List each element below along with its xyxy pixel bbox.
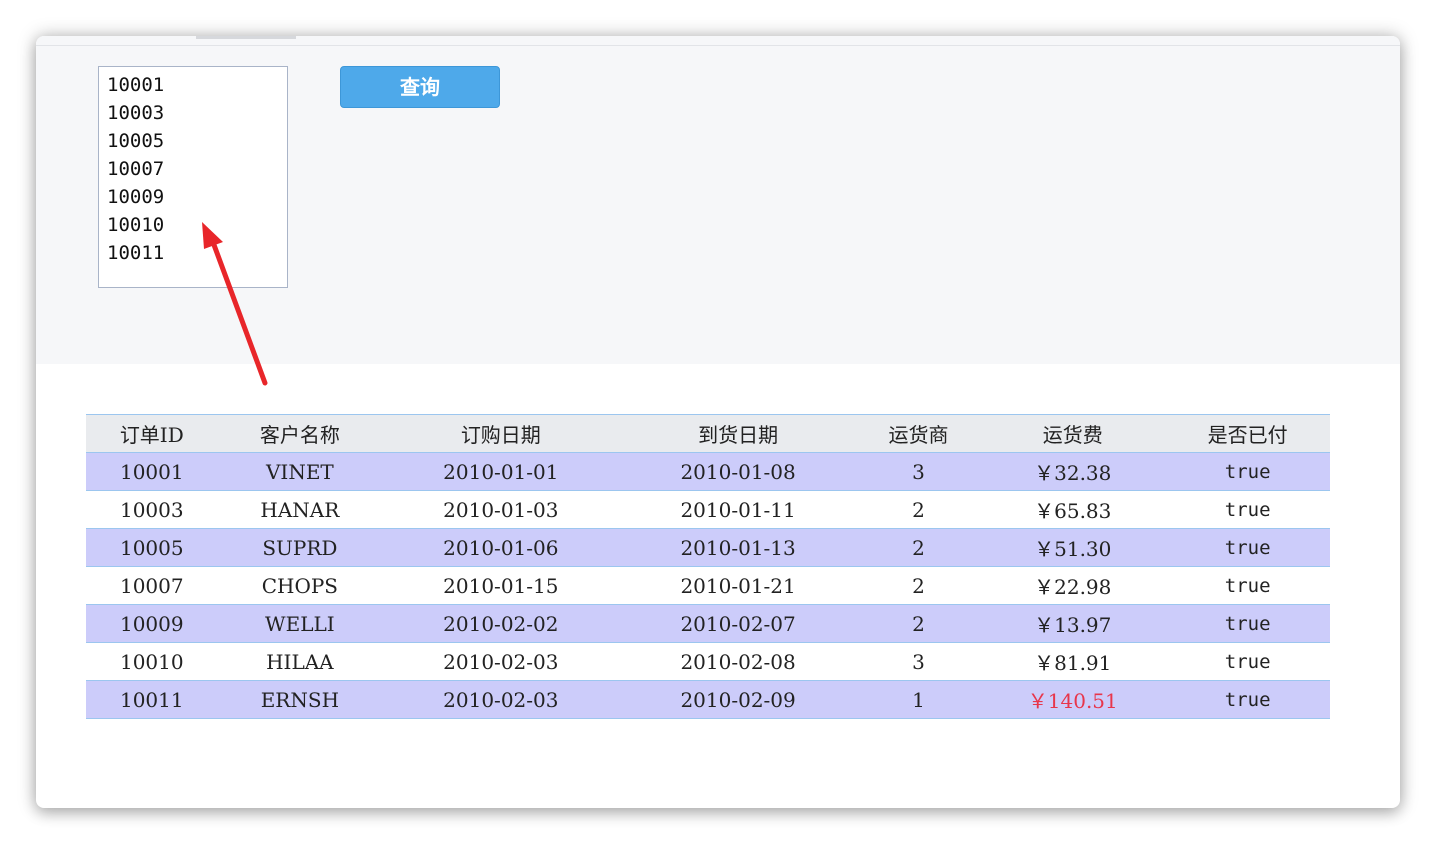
cell-order-id: 10009 [86, 604, 218, 643]
orders-table: 订单ID 客户名称 订购日期 到货日期 运货商 运货费 是否已付 10001 V… [86, 414, 1330, 719]
header-arrival-date: 到货日期 [619, 414, 857, 453]
cell-shipper: 2 [856, 566, 981, 605]
cell-paid: true [1165, 566, 1330, 605]
cell-order-id: 10005 [86, 528, 218, 567]
table-row: 10005 SUPRD 2010-01-06 2010-01-13 2 ￥51.… [86, 528, 1330, 567]
cell-shipper: 1 [856, 680, 981, 719]
cell-arrival-date: 2010-02-07 [619, 604, 857, 643]
cell-customer-name: HANAR [217, 490, 383, 529]
cell-shipper: 2 [856, 604, 981, 643]
header-order-id: 订单ID [86, 414, 218, 453]
header-customer-name: 客户名称 [217, 414, 383, 453]
order-id-option[interactable]: 10010 [107, 211, 287, 239]
cell-freight-highlighted: ￥140.51 [980, 680, 1166, 719]
active-tab-indicator[interactable] [196, 36, 296, 39]
cell-order-id: 10007 [86, 566, 218, 605]
cell-freight: ￥51.30 [980, 528, 1166, 567]
order-id-option[interactable]: 10005 [107, 127, 287, 155]
cell-freight: ￥81.91 [980, 642, 1166, 681]
order-id-option[interactable]: 10009 [107, 183, 287, 211]
cell-arrival-date: 2010-01-11 [619, 490, 857, 529]
cell-paid: true [1165, 490, 1330, 529]
cell-paid: true [1165, 452, 1330, 491]
cell-customer-name: HILAA [217, 642, 383, 681]
cell-arrival-date: 2010-02-09 [619, 680, 857, 719]
cell-paid: true [1165, 642, 1330, 681]
cell-order-id: 10011 [86, 680, 218, 719]
table-row: 10007 CHOPS 2010-01-15 2010-01-21 2 ￥22.… [86, 566, 1330, 605]
cell-freight: ￥22.98 [980, 566, 1166, 605]
table-row: 10011 ERNSH 2010-02-03 2010-02-09 1 ￥140… [86, 680, 1330, 719]
cell-shipper: 3 [856, 642, 981, 681]
report-window: 10001 10003 10005 10007 10009 10010 1001… [36, 36, 1400, 808]
cell-order-date: 2010-02-03 [382, 642, 620, 681]
cell-order-date: 2010-02-02 [382, 604, 620, 643]
order-id-option[interactable]: 10003 [107, 99, 287, 127]
cell-order-date: 2010-01-06 [382, 528, 620, 567]
header-freight: 运货费 [980, 414, 1166, 453]
cell-arrival-date: 2010-01-08 [619, 452, 857, 491]
cell-order-id: 10001 [86, 452, 218, 491]
cell-order-date: 2010-02-03 [382, 680, 620, 719]
cell-customer-name: SUPRD [217, 528, 383, 567]
parameter-panel: 10001 10003 10005 10007 10009 10010 1001… [36, 46, 1400, 364]
header-paid: 是否已付 [1165, 414, 1330, 453]
cell-customer-name: WELLI [217, 604, 383, 643]
cell-paid: true [1165, 604, 1330, 643]
cell-shipper: 3 [856, 452, 981, 491]
table-row: 10010 HILAA 2010-02-03 2010-02-08 3 ￥81.… [86, 642, 1330, 681]
cell-shipper: 2 [856, 528, 981, 567]
cell-freight: ￥13.97 [980, 604, 1166, 643]
order-id-option[interactable]: 10011 [107, 239, 287, 267]
cell-order-date: 2010-01-15 [382, 566, 620, 605]
table-row: 10003 HANAR 2010-01-03 2010-01-11 2 ￥65.… [86, 490, 1330, 529]
cell-customer-name: ERNSH [217, 680, 383, 719]
cell-paid: true [1165, 528, 1330, 567]
cell-arrival-date: 2010-01-13 [619, 528, 857, 567]
cell-arrival-date: 2010-01-21 [619, 566, 857, 605]
tab-strip [36, 36, 1400, 46]
cell-order-date: 2010-01-01 [382, 452, 620, 491]
query-button[interactable]: 查询 [340, 66, 500, 108]
cell-arrival-date: 2010-02-08 [619, 642, 857, 681]
cell-order-id: 10010 [86, 642, 218, 681]
order-id-list[interactable]: 10001 10003 10005 10007 10009 10010 1001… [98, 66, 288, 288]
header-order-date: 订购日期 [382, 414, 620, 453]
order-id-option[interactable]: 10001 [107, 71, 287, 99]
cell-shipper: 2 [856, 490, 981, 529]
header-shipper: 运货商 [856, 414, 981, 453]
cell-customer-name: CHOPS [217, 566, 383, 605]
cell-order-id: 10003 [86, 490, 218, 529]
order-id-option[interactable]: 10007 [107, 155, 287, 183]
cell-freight: ￥65.83 [980, 490, 1166, 529]
cell-customer-name: VINET [217, 452, 383, 491]
table-row: 10001 VINET 2010-01-01 2010-01-08 3 ￥32.… [86, 452, 1330, 491]
table-row: 10009 WELLI 2010-02-02 2010-02-07 2 ￥13.… [86, 604, 1330, 643]
cell-paid: true [1165, 680, 1330, 719]
table-header-row: 订单ID 客户名称 订购日期 到货日期 运货商 运货费 是否已付 [86, 414, 1330, 453]
cell-order-date: 2010-01-03 [382, 490, 620, 529]
cell-freight: ￥32.38 [980, 452, 1166, 491]
